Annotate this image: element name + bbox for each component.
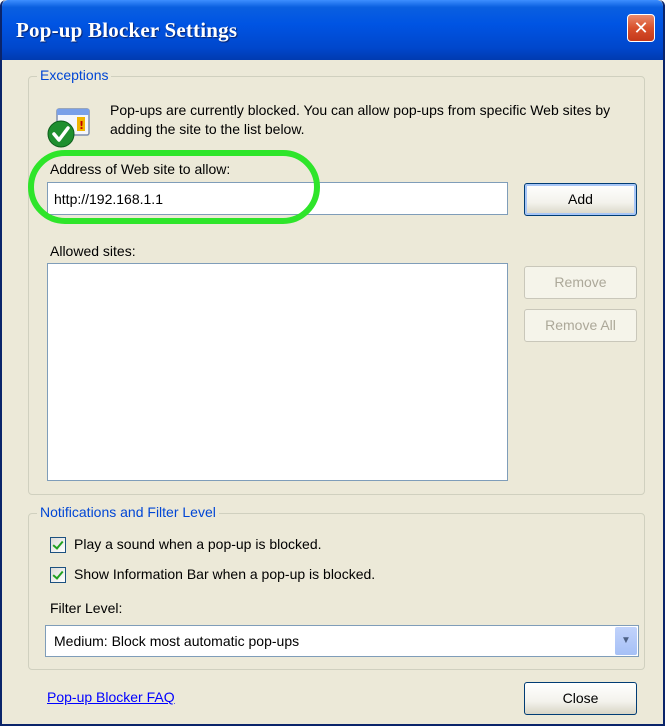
notifications-legend: Notifications and Filter Level [37, 504, 219, 520]
play-sound-checkbox[interactable] [50, 537, 66, 553]
faq-link[interactable]: Pop-up Blocker FAQ [47, 689, 175, 705]
exceptions-legend: Exceptions [37, 67, 112, 83]
allowed-sites-list[interactable] [47, 263, 508, 481]
info-bar-checkbox[interactable] [50, 567, 66, 583]
allowed-sites-label: Allowed sites: [50, 243, 136, 259]
title-bar[interactable]: Pop-up Blocker Settings ✕ [2, 0, 663, 60]
svg-text:!: ! [79, 119, 84, 132]
chevron-down-icon[interactable]: ▼ [615, 627, 637, 655]
window-title: Pop-up Blocker Settings [16, 18, 238, 42]
address-input[interactable] [47, 182, 508, 215]
remove-button[interactable]: Remove [524, 266, 637, 299]
popup-blocker-dialog: Pop-up Blocker Settings ✕ Exceptions ! P… [0, 0, 665, 726]
filter-level-select[interactable]: Medium: Block most automatic pop-ups ▼ [45, 625, 639, 657]
blocked-info-text: Pop-ups are currently blocked. You can a… [110, 102, 611, 137]
close-button[interactable]: Close [524, 682, 637, 715]
info-bar-label[interactable]: Show Information Bar when a pop-up is bl… [74, 566, 375, 582]
close-icon[interactable]: ✕ [627, 14, 655, 42]
address-label: Address of Web site to allow: [50, 161, 231, 177]
filter-level-label: Filter Level: [50, 600, 123, 616]
shield-check-icon: ! [47, 108, 90, 148]
remove-all-button[interactable]: Remove All [524, 309, 637, 342]
add-button[interactable]: Add [524, 183, 637, 216]
filter-level-value: Medium: Block most automatic pop-ups [54, 633, 300, 649]
play-sound-label[interactable]: Play a sound when a pop-up is blocked. [74, 536, 322, 552]
